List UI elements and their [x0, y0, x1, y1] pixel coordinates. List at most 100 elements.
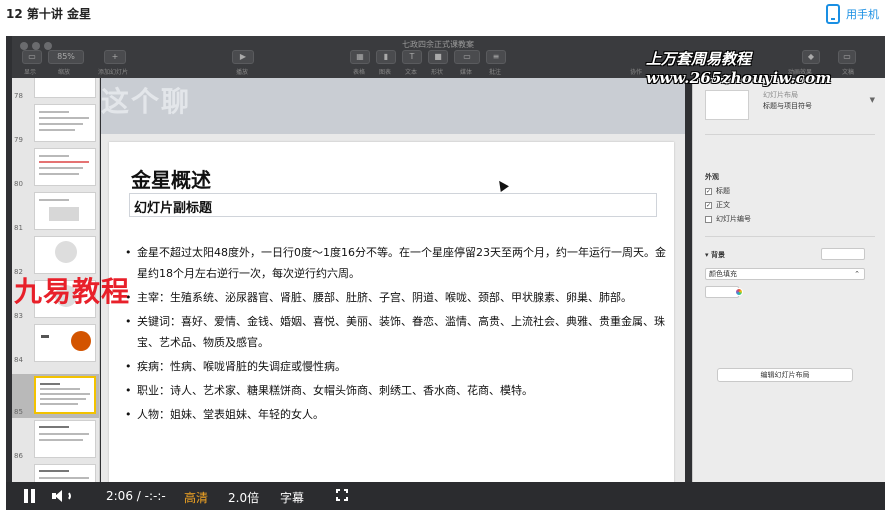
slide-thumbnail: 86	[12, 418, 99, 462]
slide-thumbnail: 81	[12, 190, 99, 234]
slide-canvas: 这个聊 金星概述 幻灯片副标题 金星不超过太阳48度外，一日行0度～1度16分不…	[101, 78, 685, 484]
pause-icon[interactable]	[24, 489, 36, 503]
slide-number: 79	[14, 136, 23, 144]
slide-number: 84	[14, 356, 23, 364]
comment-icon: ≡	[486, 50, 506, 64]
add-slide-icon: +	[104, 50, 126, 64]
thumbnail-image	[34, 192, 96, 230]
slide-number: 83	[14, 312, 23, 320]
background-label: 背景	[710, 251, 725, 259]
layout-title: 幻灯片布局	[763, 91, 798, 99]
divider	[705, 134, 875, 135]
bullet-item: 职业：诗人、艺术家、糖果糕饼商、女帽头饰商、刺绣工、香水商、花商、模特。	[123, 380, 668, 401]
layout-thumbnail	[705, 90, 749, 120]
document-label: 文稿	[842, 69, 855, 76]
site-watermark: 上万套周易教程 www.265zhouyiw.com	[646, 50, 832, 88]
view-label: 显示	[24, 69, 37, 76]
view-button: ▭	[22, 50, 42, 64]
stepper-icon: ⌃	[854, 270, 860, 278]
volume-icon[interactable]	[52, 489, 74, 503]
document-title: 七政四余正式课教案	[402, 40, 474, 49]
quality-button[interactable]: 高清	[184, 489, 208, 506]
slide-number: 86	[14, 452, 23, 460]
document-icon: ▭	[838, 50, 856, 64]
phone-icon	[826, 4, 840, 24]
overlay-logo: 九易教程	[14, 275, 131, 308]
thumbnail-image	[34, 464, 96, 482]
video-player[interactable]: 七政四余正式课教案 ▭ 显示 85% 缩放 + 添加幻灯片 ▶ 播放 ▦ 表格 …	[6, 36, 885, 510]
format-inspector: 幻灯片布局 标题与项目符号 ▼ 外观 ✓ 标题 ✓ 正文 幻灯片编号 ▾ 背景 …	[692, 78, 885, 482]
subtitle-button[interactable]: 字幕	[280, 489, 304, 506]
speed-button[interactable]: 2.0倍	[228, 489, 259, 506]
fullscreen-icon[interactable]	[336, 489, 348, 501]
background-color-well	[821, 248, 865, 260]
checkbox-label: 幻灯片编号	[716, 215, 751, 223]
bullet-list: 金星不超过太阳48度外，一日行0度～1度16分不等。在一个星座停留23天至两个月…	[123, 242, 668, 428]
thumbnail-image	[34, 236, 96, 274]
slide-thumbnail: 80	[12, 146, 99, 190]
watermark-line-2: www.265zhouyiw.com	[646, 69, 832, 87]
slide-thumbnail-selected: 85	[12, 374, 99, 418]
zoom-select: 85%	[48, 50, 84, 64]
page-header: 12 第十讲 金星 用手机	[0, 0, 885, 30]
divider	[705, 236, 875, 237]
appearance-heading: 外观	[705, 173, 719, 181]
layout-info: 幻灯片布局 标题与项目符号	[763, 90, 812, 112]
fill-select-value: 颜色填充	[709, 270, 737, 278]
play-label: 播放	[236, 69, 249, 76]
chevron-down-icon: ▼	[869, 96, 875, 104]
shape-icon: ■	[428, 50, 448, 64]
mobile-watch-label: 用手机	[846, 8, 879, 21]
slide-number: 85	[14, 408, 23, 416]
color-wheel-icon	[735, 288, 743, 296]
thumbnail-image	[34, 148, 96, 186]
thumbnail-image	[34, 78, 96, 98]
bullet-item: 金星不超过太阳48度外，一日行0度～1度16分不等。在一个星座停留23天至两个月…	[123, 242, 668, 284]
subtitle-box: 幻灯片副标题	[129, 193, 657, 217]
color-picker	[705, 286, 743, 298]
thumbnail-image	[34, 324, 96, 362]
slide-number: 81	[14, 224, 23, 232]
table-label: 表格	[353, 69, 366, 76]
page-title: 12 第十讲 金星	[6, 7, 92, 21]
slide-thumbnail: 79	[12, 102, 99, 146]
checkbox-label: 标题	[716, 187, 730, 195]
add-slide-label: 添加幻灯片	[98, 69, 129, 76]
background-heading: ▾ 背景	[705, 250, 725, 260]
edit-layout-button: 编辑幻灯片布局	[717, 368, 853, 382]
checkbox-icon: ✓	[705, 201, 712, 209]
bullet-item: 疾病：性病、喉咙肾脏的失调症或慢性病。	[123, 356, 668, 377]
slide-thumbnail: 84	[12, 322, 99, 366]
checkbox-icon	[705, 215, 712, 223]
text-label: 文本	[405, 69, 418, 76]
chart-label: 图表	[379, 69, 392, 76]
play-icon: ▶	[232, 50, 254, 64]
share-label: 协作	[630, 69, 643, 76]
mobile-watch-link[interactable]: 用手机	[826, 4, 879, 24]
zoom-window-icon	[44, 42, 52, 50]
comment-label: 批注	[489, 69, 502, 76]
close-window-icon	[20, 42, 28, 50]
bullet-item: 主宰：生殖系统、泌尿器官、肾脏、腰部、肚脐、子宫、阴道、喉咙、颈部、甲状腺素、卵…	[123, 287, 668, 308]
slide-thumbnail: 78	[12, 78, 99, 102]
pen-cursor-icon	[495, 178, 509, 192]
player-controls: 2:06 / -:-:- 高清 2.0倍 字幕	[6, 482, 885, 510]
watermark-line-1: 上万套周易教程	[646, 50, 752, 68]
fill-select: 颜色填充 ⌃	[705, 268, 865, 280]
chart-icon: ▮	[376, 50, 396, 64]
slide-title: 金星概述	[131, 168, 211, 192]
checkbox-label: 正文	[716, 201, 730, 209]
table-icon: ▦	[350, 50, 370, 64]
thumbnail-image	[34, 376, 96, 414]
current-slide: 金星概述 幻灯片副标题 金星不超过太阳48度外，一日行0度～1度16分不等。在一…	[109, 142, 674, 484]
text-icon: T	[402, 50, 422, 64]
media-icon: ▭	[454, 50, 480, 64]
checkbox-icon: ✓	[705, 187, 712, 195]
body-checkbox: ✓ 正文	[705, 200, 730, 210]
title-checkbox: ✓ 标题	[705, 186, 730, 196]
previous-slide-area: 这个聊	[101, 78, 685, 134]
layout-name: 标题与项目符号	[763, 102, 812, 110]
shape-label: 形状	[431, 69, 444, 76]
slide-number-checkbox: 幻灯片编号	[705, 214, 751, 224]
bullet-item: 关键词：喜好、爱情、金钱、婚姻、喜悦、美丽、装饰、眷恋、滥情、高贵、上流社会、典…	[123, 311, 668, 353]
